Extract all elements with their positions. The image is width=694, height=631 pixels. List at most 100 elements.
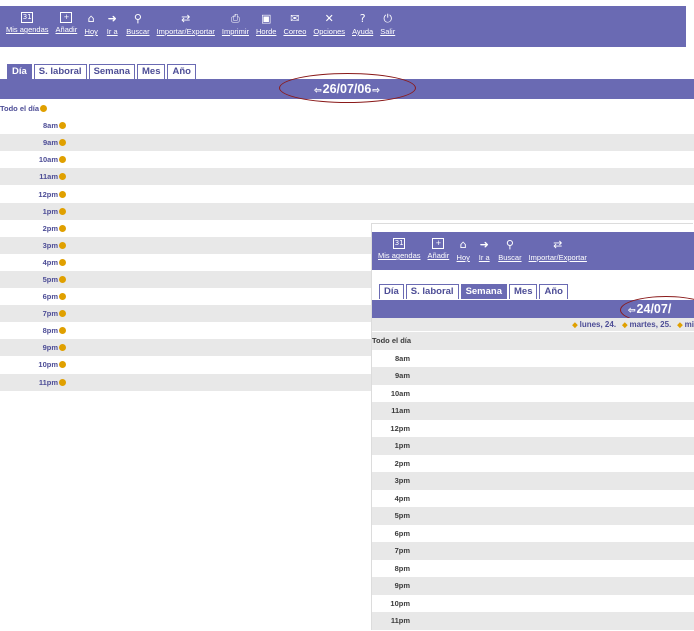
time-slot-row[interactable]: 11am <box>372 402 694 420</box>
time-label: 11am <box>391 406 410 416</box>
toolbar-print-button[interactable]: ⎙ Imprimir <box>222 12 249 36</box>
all-day-row[interactable]: Todo el día <box>372 332 694 350</box>
horde-icon: ▣ <box>261 12 272 25</box>
time-slot-row[interactable]: 1pm <box>372 437 694 455</box>
toolbar-add-event-button[interactable]: + Añadir <box>428 238 449 260</box>
toolbar-label: Importar/Exportar <box>156 27 215 36</box>
toolbar-import-export-button[interactable]: ⇄ Importar/Exportar <box>529 238 587 262</box>
add-event-icon[interactable] <box>59 361 66 369</box>
time-slot-row[interactable]: 8am <box>0 117 694 134</box>
time-slot-row[interactable]: 9pm <box>372 577 694 595</box>
time-slot-row[interactable]: 4pm <box>372 490 694 508</box>
time-label: 7pm <box>394 546 410 556</box>
toolbar-options-button[interactable]: ✕ Opciones <box>313 12 345 36</box>
current-date: 24/07/ <box>636 302 672 316</box>
toolbar-today-button[interactable]: ⌂ Hoy <box>456 238 470 262</box>
time-slot-row[interactable]: 9am <box>0 134 694 152</box>
time-slot-row[interactable]: 10pm <box>372 595 694 613</box>
week-day-header[interactable]: mi <box>685 320 694 329</box>
week-days-header: ◆ lunes, 24. ◆ martes, 25. ◆ mi <box>372 318 694 331</box>
time-label: 8pm <box>42 326 58 336</box>
time-slot-row[interactable]: 8pm <box>372 560 694 578</box>
tab-1[interactable]: S. laboral <box>405 284 459 299</box>
current-date: 26/07/06 <box>322 82 372 96</box>
all-day-row[interactable]: Todo el día <box>0 100 694 117</box>
time-slot-row[interactable]: 10am <box>372 385 694 403</box>
toolbar-add-event-button[interactable]: + Añadir <box>56 12 77 34</box>
add-event-icon[interactable] <box>59 275 66 283</box>
time-slot-row[interactable]: 6pm <box>372 525 694 543</box>
main-toolbar: 31 Mis agendas + Añadir ⌂ Hoy ➜ Ir a ⚲ Buscar ⇄ Imp… <box>372 232 694 270</box>
toolbar-help-button[interactable]: ? Ayuda <box>352 12 373 36</box>
add-event-icon[interactable] <box>59 173 66 181</box>
time-slot-row[interactable]: 12pm <box>0 185 694 202</box>
add-event-icon[interactable] <box>59 241 66 249</box>
time-slot-row[interactable]: 5pm <box>372 507 694 525</box>
tab-0[interactable]: Día <box>7 64 32 79</box>
week-day-header[interactable]: lunes, 24. <box>580 320 616 329</box>
toolbar-goto-button[interactable]: ➜ Ir a <box>477 238 491 262</box>
search-icon: ⚲ <box>505 238 514 251</box>
add-event-icon[interactable] <box>59 293 66 301</box>
toolbar-label: Ir a <box>478 253 490 262</box>
time-label: 2pm <box>42 223 58 233</box>
tab-3[interactable]: Mes <box>509 284 538 299</box>
add-event-icon[interactable] <box>59 207 66 215</box>
add-event-icon[interactable] <box>59 122 66 130</box>
time-slot-row[interactable]: 12pm <box>372 420 694 438</box>
tab-4[interactable]: Año <box>539 284 568 299</box>
add-event-icon[interactable] <box>59 327 66 335</box>
add-event-icon[interactable] <box>40 105 48 113</box>
mail-icon: ✉ <box>290 12 300 25</box>
add-event-icon[interactable]: ◆ <box>572 322 577 329</box>
prev-day-icon[interactable]: ⇦ <box>314 80 322 100</box>
time-label: 1pm <box>394 441 410 451</box>
add-event-icon[interactable] <box>59 139 66 147</box>
toolbar-logout-button[interactable]: ⏻ Salir <box>380 12 395 36</box>
add-event-icon[interactable]: ◆ <box>677 322 682 329</box>
add-event-icon[interactable] <box>59 190 66 198</box>
toolbar-calendar-button[interactable]: 31 Mis agendas <box>378 238 421 260</box>
time-slot-row[interactable]: 2pm <box>372 455 694 473</box>
time-slot-row[interactable]: 9am <box>372 367 694 385</box>
time-slot-row[interactable]: 3pm <box>372 472 694 490</box>
tab-3[interactable]: Mes <box>137 64 166 79</box>
goto-icon: ➜ <box>107 12 117 25</box>
next-day-icon[interactable]: ⇨ <box>372 80 380 100</box>
toolbar-search-button[interactable]: ⚲ Buscar <box>126 12 149 36</box>
add-event-icon[interactable] <box>59 156 66 164</box>
add-event-icon[interactable] <box>59 310 66 318</box>
tab-2[interactable]: Semana <box>460 284 507 299</box>
toolbar-calendar-button[interactable]: 31 Mis agendas <box>6 12 49 34</box>
options-icon: ✕ <box>324 12 334 25</box>
time-slot-row[interactable]: 8am <box>372 350 694 368</box>
add-event-icon: + <box>432 238 445 249</box>
tab-1[interactable]: S. laboral <box>33 64 87 79</box>
time-label: 6pm <box>394 528 410 538</box>
tab-2[interactable]: Semana <box>88 64 135 79</box>
week-time-grid: Todo el día 8am 9am 10am 11am 12pm 1pm 2pm 3pm 4p… <box>372 332 694 630</box>
toolbar-mail-button[interactable]: ✉ Correo <box>283 12 306 36</box>
add-event-icon[interactable]: ◆ <box>622 322 627 329</box>
add-event-icon[interactable] <box>59 378 66 386</box>
time-slot-row[interactable]: 7pm <box>372 542 694 560</box>
week-day-header[interactable]: martes, 25. <box>629 320 671 329</box>
add-event-icon[interactable] <box>59 344 66 352</box>
time-slot-row[interactable]: 11am <box>0 168 694 186</box>
toolbar-search-button[interactable]: ⚲ Buscar <box>498 238 521 262</box>
time-slot-row[interactable]: 11pm <box>372 612 694 630</box>
toolbar-today-button[interactable]: ⌂ Hoy <box>84 12 98 36</box>
prev-week-icon[interactable]: ⇦ <box>628 301 636 319</box>
print-icon: ⎙ <box>231 12 240 25</box>
toolbar-label: Hoy <box>84 27 98 36</box>
time-slot-row[interactable]: 10am <box>0 151 694 168</box>
tab-0[interactable]: Día <box>379 284 404 299</box>
time-slot-row[interactable]: 1pm <box>0 202 694 220</box>
toolbar-import-export-button[interactable]: ⇄ Importar/Exportar <box>157 12 215 36</box>
tab-4[interactable]: Año <box>167 64 196 79</box>
add-event-icon[interactable] <box>59 224 66 232</box>
date-bar: ⇦26/07/06⇨ <box>0 79 694 99</box>
toolbar-goto-button[interactable]: ➜ Ir a <box>105 12 119 36</box>
toolbar-horde-button[interactable]: ▣ Horde <box>256 12 276 36</box>
add-event-icon[interactable] <box>59 258 66 266</box>
